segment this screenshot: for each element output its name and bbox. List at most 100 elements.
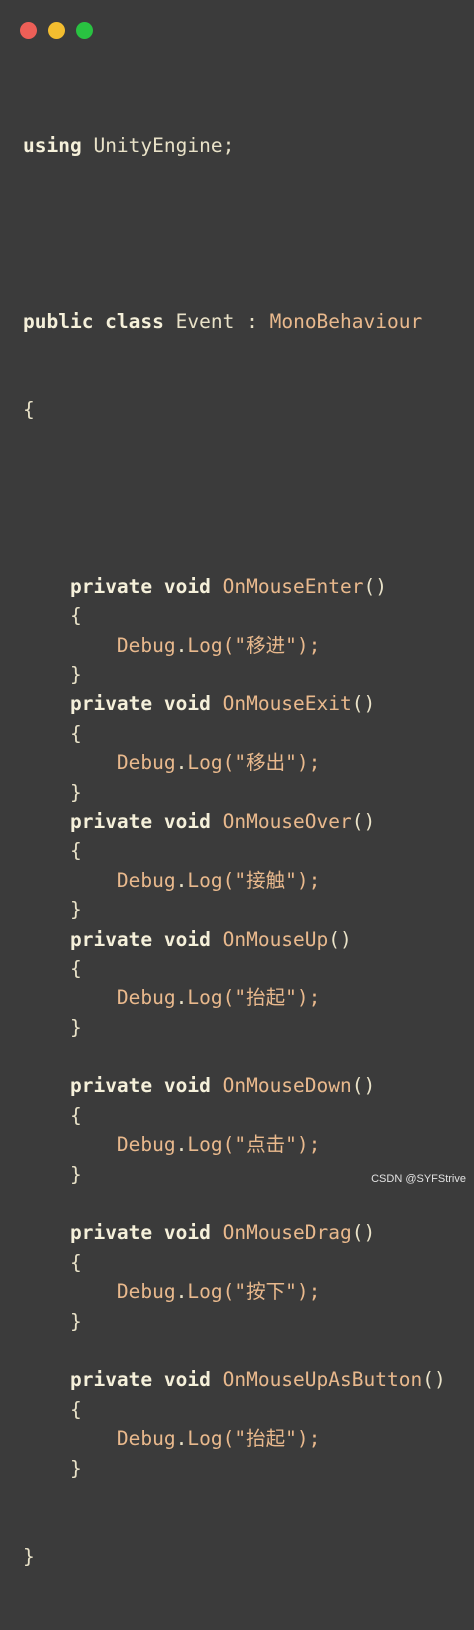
debug-object: Debug bbox=[116, 633, 176, 657]
method-open-line: { bbox=[23, 1248, 446, 1277]
debug-object: Debug bbox=[116, 751, 176, 775]
namespace-name: UnityEngine bbox=[93, 133, 223, 157]
semicolon: ; bbox=[222, 133, 235, 157]
log-function: Log bbox=[187, 868, 223, 892]
method-open-line: { bbox=[23, 1395, 446, 1424]
class-keywords: public class bbox=[23, 310, 164, 334]
method-parens: () bbox=[363, 574, 387, 598]
member-dot: . bbox=[175, 1280, 188, 1304]
method-open-brace: { bbox=[69, 1250, 82, 1274]
log-arguments: ("移出"); bbox=[222, 751, 321, 775]
member-dot: . bbox=[175, 868, 188, 892]
maximize-dot-icon[interactable] bbox=[76, 22, 93, 39]
method-close-brace: } bbox=[69, 780, 82, 804]
method-body-line: Debug.Log("按下"); bbox=[23, 1277, 446, 1306]
method-open-line: { bbox=[23, 954, 446, 983]
method-modifiers: private void bbox=[69, 1221, 211, 1245]
log-function: Log bbox=[187, 1280, 223, 1304]
code-line-class: public class Event : MonoBehaviour bbox=[23, 307, 446, 336]
method-close-line: } bbox=[23, 1013, 446, 1042]
log-arguments: ("移进"); bbox=[222, 633, 321, 657]
class-close-brace: } bbox=[23, 1544, 35, 1568]
method-open-line: { bbox=[23, 836, 446, 865]
method-parens: () bbox=[351, 1221, 376, 1245]
log-function: Log bbox=[187, 986, 223, 1010]
method-block: private void OnMouseOver() { Debug.Log("… bbox=[23, 807, 446, 925]
debug-object: Debug bbox=[116, 1427, 176, 1451]
method-parens: () bbox=[422, 1368, 446, 1392]
code-line-class-open: { bbox=[23, 395, 446, 424]
class-name: Event bbox=[175, 310, 235, 334]
method-open-brace: { bbox=[69, 721, 82, 745]
debug-object: Debug bbox=[116, 868, 176, 892]
method-block: private void OnMouseDown() { Debug.Log("… bbox=[23, 1071, 446, 1189]
method-parens: () bbox=[351, 809, 376, 833]
close-dot-icon[interactable] bbox=[20, 22, 37, 39]
method-modifiers: private void bbox=[69, 1368, 211, 1392]
methods-list: private void OnMouseEnter() { Debug.Log(… bbox=[23, 572, 446, 1483]
method-open-line: { bbox=[23, 719, 446, 748]
method-modifiers: private void bbox=[69, 574, 211, 598]
method-open-brace: { bbox=[69, 604, 82, 628]
method-modifiers: private void bbox=[69, 927, 211, 951]
log-function: Log bbox=[187, 751, 223, 775]
using-keyword: using bbox=[23, 133, 82, 157]
log-arguments: ("抬起"); bbox=[222, 986, 321, 1010]
method-close-brace: } bbox=[69, 663, 82, 686]
method-parens: () bbox=[351, 1074, 376, 1098]
method-block: private void OnMouseDrag() { Debug.Log("… bbox=[23, 1218, 446, 1336]
method-close-line: } bbox=[23, 895, 446, 924]
member-dot: . bbox=[175, 986, 188, 1010]
debug-object: Debug bbox=[116, 1280, 176, 1304]
method-modifiers: private void bbox=[69, 1074, 211, 1098]
method-close-brace: } bbox=[69, 1309, 82, 1333]
class-open-brace: { bbox=[23, 398, 35, 422]
log-arguments: ("接触"); bbox=[222, 868, 321, 892]
method-block: private void OnMouseExit() { Debug.Log("… bbox=[23, 689, 446, 807]
member-dot: . bbox=[175, 1427, 188, 1451]
method-signature: private void OnMouseDrag() bbox=[23, 1218, 446, 1247]
method-signature: private void OnMouseOver() bbox=[23, 807, 446, 836]
method-name: OnMouseExit bbox=[222, 692, 352, 716]
method-signature: private void OnMouseUp() bbox=[23, 925, 446, 954]
method-modifiers: private void bbox=[69, 809, 211, 833]
method-signature: private void OnMouseDown() bbox=[23, 1071, 446, 1100]
method-body-line: Debug.Log("抬起"); bbox=[23, 1424, 446, 1453]
method-close-brace: } bbox=[69, 898, 82, 922]
window-controls bbox=[20, 22, 93, 39]
method-open-line: { bbox=[23, 1101, 446, 1130]
method-parens: () bbox=[328, 927, 352, 951]
method-name: OnMouseOver bbox=[222, 809, 352, 833]
method-signature: private void OnMouseUpAsButton() bbox=[23, 1365, 446, 1394]
code-line-using: using UnityEngine; bbox=[23, 131, 446, 160]
method-close-line: } bbox=[23, 1454, 446, 1483]
minimize-dot-icon[interactable] bbox=[48, 22, 65, 39]
method-body-line: Debug.Log("抬起"); bbox=[23, 983, 446, 1012]
method-open-brace: { bbox=[69, 1397, 82, 1421]
method-name: OnMouseDown bbox=[222, 1074, 352, 1098]
member-dot: . bbox=[175, 633, 188, 657]
method-name: OnMouseUpAsButton bbox=[222, 1368, 423, 1392]
member-dot: . bbox=[175, 751, 188, 775]
watermark: CSDN @SYFStrive bbox=[371, 1173, 466, 1185]
method-body-line: Debug.Log("接触"); bbox=[23, 866, 446, 895]
base-class-name: MonoBehaviour bbox=[269, 310, 423, 334]
method-open-brace: { bbox=[69, 1103, 82, 1127]
inheritance-colon: : bbox=[246, 310, 258, 334]
method-block: private void OnMouseUpAsButton() { Debug… bbox=[23, 1365, 446, 1483]
method-body-line: Debug.Log("点击"); bbox=[23, 1130, 446, 1159]
method-name: OnMouseDrag bbox=[222, 1221, 352, 1245]
log-arguments: ("抬起"); bbox=[222, 1427, 321, 1451]
log-arguments: ("点击"); bbox=[222, 1133, 321, 1157]
method-signature: private void OnMouseExit() bbox=[23, 689, 446, 718]
log-function: Log bbox=[187, 633, 223, 657]
method-modifiers: private void bbox=[69, 692, 211, 716]
method-close-brace: } bbox=[69, 1015, 82, 1039]
method-body-line: Debug.Log("移进"); bbox=[23, 631, 446, 660]
method-name: OnMouseUp bbox=[222, 927, 329, 951]
code-line-class-close: } bbox=[23, 1542, 446, 1571]
